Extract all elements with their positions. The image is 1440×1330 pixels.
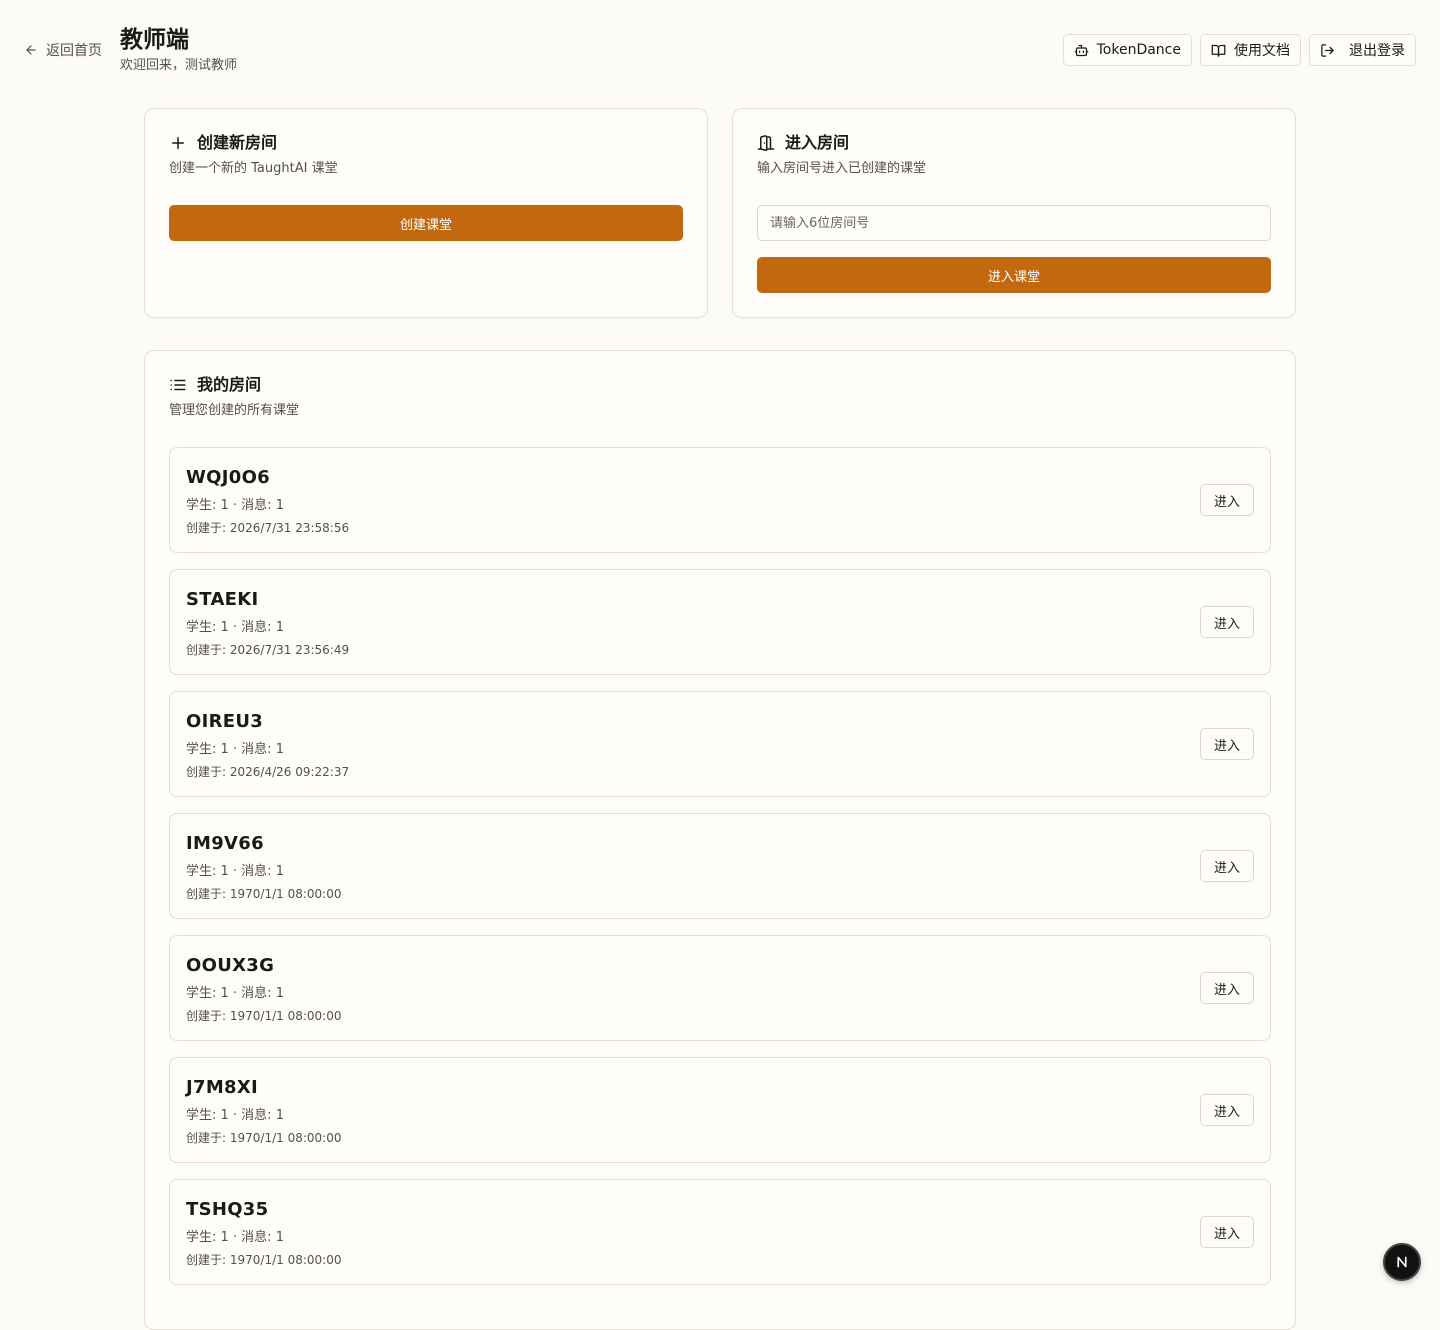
room-code: OOUX3G [186,955,275,976]
robot-icon [1074,44,1088,56]
enter-room-button[interactable]: 进入 [1200,972,1254,1004]
room-created-time: 创建于: 2026/4/26 09:22:37 [186,765,350,779]
room-code: TSHQ35 [186,1199,269,1220]
create-room-description: 创建一个新的 TaughtAI 课堂 [169,161,338,176]
docs-label: 使用文档 [1234,43,1290,59]
tokendance-button[interactable]: TokenDance [1062,34,1192,66]
room-created-time: 创建于: 1970/1/1 08:00:00 [186,887,342,901]
create-room-title-text: 创建新房间 [197,133,278,152]
room-created-time: 创建于: 1970/1/1 08:00:00 [186,1009,342,1023]
room-code: STAEKI [186,589,259,610]
enter-classroom-button[interactable]: 进入课堂 [757,257,1271,293]
room-code: IM9V66 [186,833,264,854]
welcome-text: 欢迎回来，测试教师 [120,58,238,73]
enter-room-button[interactable]: 进入 [1200,1216,1254,1248]
join-room-title: 进入房间 [757,133,926,153]
room-list-item: OOUX3G 学生: 1 · 消息: 1 创建于: 1970/1/1 08:00… [169,935,1271,1041]
room-list-item: J7M8XI 学生: 1 · 消息: 1 创建于: 1970/1/1 08:00… [169,1057,1271,1163]
docs-button[interactable]: 使用文档 [1200,34,1301,66]
page-header: 返回首页 教师端 欢迎回来，测试教师 TokenDance 使用文档 退出登录 [0,0,1440,96]
create-room-header: 创建新房间 创建一个新的 TaughtAI 课堂 [169,133,338,177]
room-stats: 学生: 1 · 消息: 1 [186,986,284,1001]
room-stats: 学生: 1 · 消息: 1 [186,620,284,635]
room-created-time: 创建于: 2026/7/31 23:58:56 [186,521,350,535]
plus-icon [172,137,184,149]
my-rooms-title: 我的房间 [169,375,299,395]
room-list-item: TSHQ35 学生: 1 · 消息: 1 创建于: 1970/1/1 08:00… [169,1179,1271,1285]
create-room-title: 创建新房间 [169,133,338,153]
room-list-item: WQJ0O6 学生: 1 · 消息: 1 创建于: 2026/7/31 23:5… [169,447,1271,553]
page-title: 教师端 [120,27,189,53]
room-stats: 学生: 1 · 消息: 1 [186,1108,284,1123]
create-room-card: 创建新房间 创建一个新的 TaughtAI 课堂 创建课堂 [144,108,708,318]
room-created-time: 创建于: 1970/1/1 08:00:00 [186,1131,342,1145]
enter-room-button[interactable]: 进入 [1200,484,1254,516]
room-list-item: OIREU3 学生: 1 · 消息: 1 创建于: 2026/4/26 09:2… [169,691,1271,797]
my-rooms-description: 管理您创建的所有课堂 [169,403,300,418]
room-stats: 学生: 1 · 消息: 1 [186,864,284,879]
arrow-left-icon [26,45,36,55]
enter-room-button[interactable]: 进入 [1200,728,1254,760]
door-icon [757,135,775,152]
logout-button[interactable]: 退出登录 [1309,34,1416,66]
enter-room-button[interactable]: 进入 [1200,850,1254,882]
room-created-time: 创建于: 1970/1/1 08:00:00 [186,1253,342,1267]
room-code: OIREU3 [186,711,264,732]
back-home-label: 返回首页 [46,43,102,59]
book-icon [1211,44,1226,57]
top-actions: TokenDance 使用文档 退出登录 [1062,34,1416,66]
title-block: 教师端 欢迎回来，测试教师 [120,26,237,74]
my-rooms-header: 我的房间 管理您创建的所有课堂 [169,375,299,419]
room-number-input[interactable] [757,205,1271,241]
join-room-title-text: 进入房间 [785,133,850,152]
dev-tools-badge[interactable] [1383,1243,1421,1281]
create-classroom-button[interactable]: 创建课堂 [169,205,683,241]
room-list-item: IM9V66 学生: 1 · 消息: 1 创建于: 1970/1/1 08:00… [169,813,1271,919]
logout-label: 退出登录 [1349,43,1405,59]
back-home-link[interactable]: 返回首页 [24,40,102,60]
room-stats: 学生: 1 · 消息: 1 [186,1230,284,1245]
enter-room-button[interactable]: 进入 [1200,606,1254,638]
join-room-header: 进入房间 输入房间号进入已创建的课堂 [757,133,926,177]
room-stats: 学生: 1 · 消息: 1 [186,742,284,757]
my-rooms-title-text: 我的房间 [197,375,262,394]
list-icon [170,379,186,391]
n-logo-icon [1397,1256,1407,1268]
room-code: WQJ0O6 [186,467,271,488]
join-room-card: 进入房间 输入房间号进入已创建的课堂 进入课堂 [732,108,1296,318]
enter-room-button[interactable]: 进入 [1200,1094,1254,1126]
room-list-item: STAEKI 学生: 1 · 消息: 1 创建于: 2026/7/31 23:5… [169,569,1271,675]
room-created-time: 创建于: 2026/7/31 23:56:49 [186,643,350,657]
room-stats: 学生: 1 · 消息: 1 [186,498,284,513]
my-rooms-card: 我的房间 管理您创建的所有课堂 WQJ0O6 学生: 1 · 消息: 1 创建于… [144,350,1296,1330]
tokendance-label: TokenDance [1096,42,1181,58]
join-room-description: 输入房间号进入已创建的课堂 [757,161,927,176]
room-code: J7M8XI [186,1077,259,1098]
logout-icon [1321,43,1334,57]
